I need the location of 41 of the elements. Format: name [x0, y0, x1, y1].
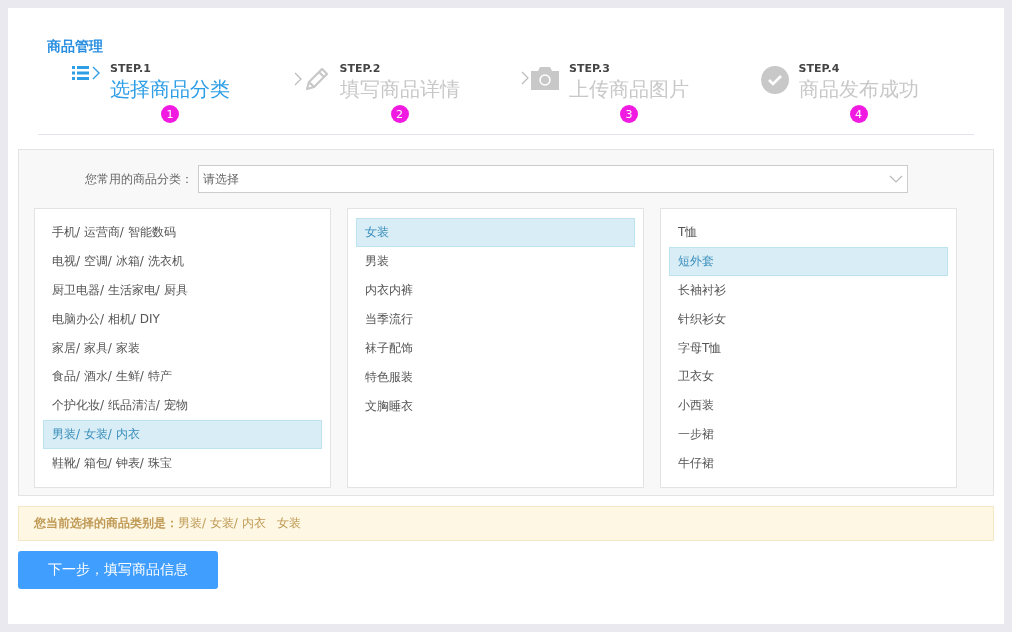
pencil-icon	[303, 66, 330, 92]
category-item[interactable]: 鞋靴/ 箱包/ 钟表/ 珠宝	[43, 449, 322, 478]
category-item[interactable]: 电脑办公/ 相机/ DIY	[43, 304, 322, 334]
category-select[interactable]: 请选择	[198, 165, 908, 193]
category-item[interactable]: 小西装	[669, 391, 948, 421]
field-label: 您常用的商品分类：	[84, 170, 193, 188]
category-item[interactable]: 针织衫女	[669, 304, 948, 334]
selection-text: 您当前选择的商品类别是：男装/ 女装/ 内衣 女装	[34, 515, 302, 532]
category-item[interactable]: 袜子配饰	[356, 334, 635, 363]
category-item[interactable]: 电视/ 空调/ 冰箱/ 洗衣机	[43, 246, 322, 276]
category-item[interactable]: 文胸睡衣	[356, 392, 635, 421]
category-item[interactable]: 家居/ 家具/ 家装	[43, 333, 322, 363]
category-item[interactable]: 个护化妆/ 纸品清洁/ 宠物	[43, 391, 322, 421]
category-item[interactable]: T恤	[669, 218, 948, 247]
category-item[interactable]: 字母T恤	[669, 333, 948, 363]
check-circle-icon	[760, 66, 789, 94]
step-label: STEP.2	[339, 62, 381, 75]
category-item[interactable]: 当季流行	[356, 305, 635, 334]
category-item[interactable]: 手机/ 运营商/ 智能数码	[43, 218, 322, 247]
chevron-down-icon	[889, 175, 903, 183]
page-title: 商品管理	[47, 38, 104, 56]
chevron-icon	[521, 71, 529, 85]
category-item[interactable]: 内衣内裤	[356, 276, 635, 305]
category-item[interactable]: 长袖衬衫	[669, 275, 948, 305]
category-item[interactable]: 牛仔裙	[669, 449, 948, 478]
chevron-icon	[293, 72, 302, 86]
category-item[interactable]: 食品/ 酒水/ 生鲜/ 特产	[43, 362, 322, 392]
category-item[interactable]: 一步裙	[669, 420, 948, 450]
step-label: STEP.1	[110, 62, 151, 75]
camera-icon	[531, 66, 559, 90]
step-number-badge: 1	[161, 105, 179, 123]
step-number-badge: 3	[620, 105, 638, 123]
category-item[interactable]: 特色服装	[356, 363, 635, 392]
step-label: STEP.3	[569, 62, 610, 75]
list-icon	[72, 66, 100, 80]
step-number-badge: 4	[849, 105, 868, 123]
category-item[interactable]: 厨卫电器/ 生活家电/ 厨具	[43, 275, 322, 305]
step-number-badge: 2	[390, 105, 409, 123]
step-label: STEP.4	[798, 62, 840, 75]
category-item[interactable]: 男装	[356, 247, 635, 276]
category-item[interactable]: 卫衣女	[669, 362, 948, 392]
